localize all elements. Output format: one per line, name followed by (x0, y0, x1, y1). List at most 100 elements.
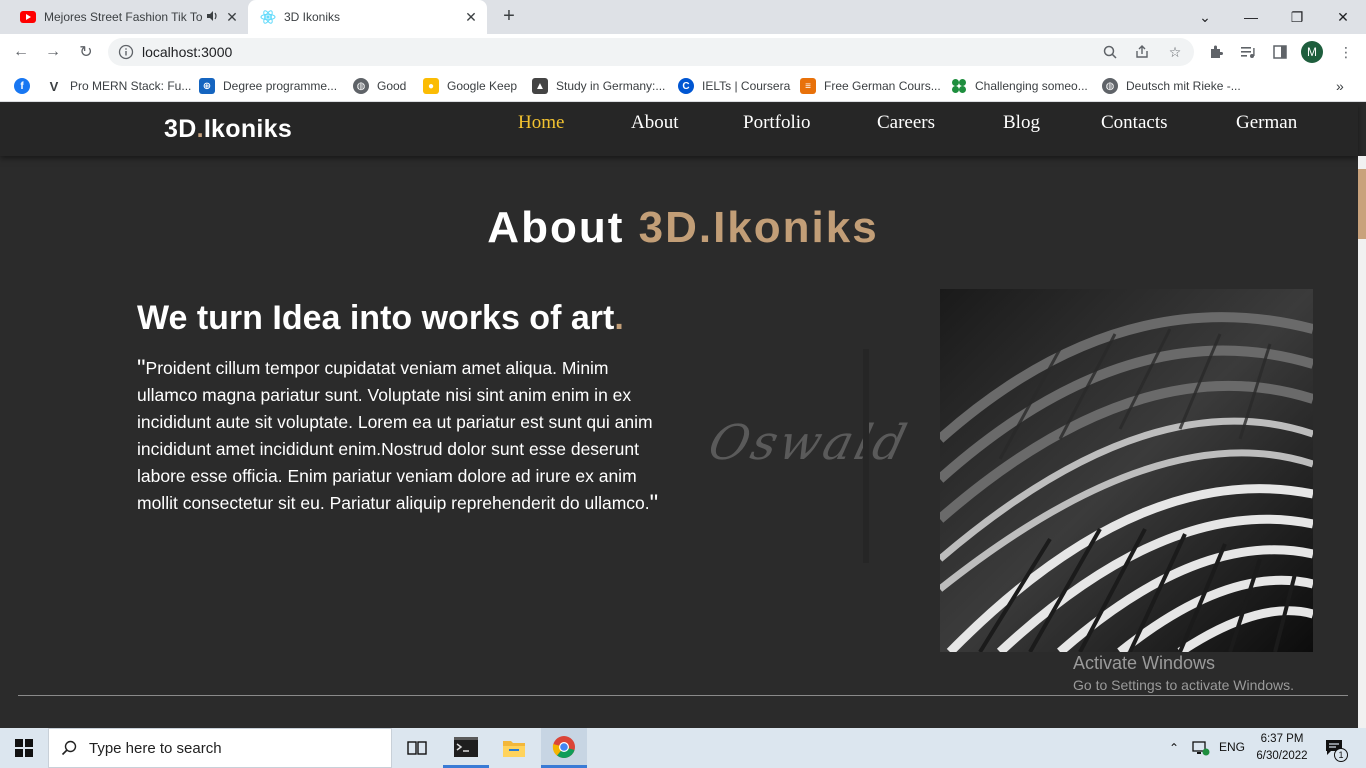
scrollbar-thumb[interactable] (1358, 169, 1366, 239)
search-icon (61, 740, 77, 761)
bookmark-label: Deutsch mit Rieke -... (1126, 79, 1241, 93)
bookmark-star-icon[interactable]: ☆ (1165, 42, 1185, 62)
media-control-icon[interactable] (1238, 42, 1258, 62)
bookmark-ielts[interactable]: C IELTs | Coursera (678, 77, 790, 95)
zoom-icon[interactable] (1100, 42, 1120, 62)
page-scrollbar[interactable] (1358, 156, 1366, 728)
bookmark-facebook[interactable]: f (14, 77, 38, 95)
tab-search-icon[interactable]: ⌄ (1182, 0, 1228, 34)
shield-icon: ⊕ (199, 78, 215, 94)
nav-about[interactable]: About (631, 112, 679, 134)
headline-dot: . (614, 299, 624, 337)
speaker-icon[interactable] (206, 10, 218, 25)
taskbar-search-input[interactable]: Type here to search (48, 728, 392, 768)
tab-title: Mejores Street Fashion Tik To (44, 10, 203, 24)
browser-toolbar: ← → ↻ localhost:3000 ☆ M ⋮ (0, 34, 1366, 70)
site-logo[interactable]: 3D.Ikoniks (164, 115, 292, 144)
reload-icon[interactable]: ↻ (74, 40, 98, 64)
nav-german[interactable]: German (1236, 112, 1297, 134)
extensions-icon[interactable] (1206, 42, 1226, 62)
bookmark-mern[interactable]: V Pro MERN Stack: Fu... (46, 77, 192, 95)
terminal-app-icon[interactable] (443, 728, 489, 768)
quote-open: " (137, 355, 146, 382)
chrome-app-icon[interactable] (541, 728, 587, 768)
tab-title: 3D Ikoniks (284, 10, 341, 24)
side-panel-icon[interactable] (1270, 42, 1290, 62)
task-view-icon[interactable] (394, 728, 440, 768)
logo-rest: Ikoniks (203, 115, 293, 143)
nav-contacts[interactable]: Contacts (1101, 112, 1168, 134)
nav-home[interactable]: Home (518, 112, 564, 134)
facebook-icon: f (14, 78, 30, 94)
web-page: 3D.Ikoniks Home About Portfolio Careers … (0, 103, 1366, 728)
minimize-icon[interactable]: — (1228, 0, 1274, 34)
windows-start-icon[interactable] (0, 728, 48, 768)
more-bookmarks-icon[interactable]: » (1336, 77, 1344, 95)
bookmark-free-german[interactable]: ≡ Free German Cours... (800, 77, 941, 95)
bookmark-degree[interactable]: ⊕ Degree programme... (199, 77, 337, 95)
address-bar[interactable]: localhost:3000 ☆ (108, 38, 1194, 66)
section-title: About 3D.Ikoniks (0, 203, 1366, 253)
system-clock[interactable]: 6:37 PM 6/30/2022 (1252, 731, 1312, 765)
clock-date: 6/30/2022 (1256, 750, 1308, 762)
globe-icon: ◍ (1102, 78, 1118, 94)
books-icon: ≡ (800, 78, 816, 94)
clover-icon (951, 78, 967, 94)
new-tab-button[interactable]: + (498, 6, 520, 28)
restore-icon[interactable]: ❐ (1274, 0, 1320, 34)
bookmark-good[interactable]: ◍ Good (353, 77, 406, 95)
section-divider (18, 695, 1348, 696)
keep-icon: ● (423, 78, 439, 94)
tab-3d-ikoniks[interactable]: 3D Ikoniks ✕ (248, 0, 487, 34)
bookmark-label: Study in Germany:... (556, 79, 666, 93)
nav-careers[interactable]: Careers (877, 112, 935, 134)
tab-youtube[interactable]: Mejores Street Fashion Tik To ✕ (8, 0, 248, 34)
react-icon (260, 9, 276, 25)
file-explorer-icon[interactable] (491, 728, 537, 768)
signature: Oswald (703, 415, 915, 471)
profile-avatar[interactable]: M (1301, 41, 1323, 63)
share-icon[interactable] (1132, 42, 1152, 62)
browser-tab-strip: Mejores Street Fashion Tik To ✕ 3D Ikoni… (0, 0, 1366, 34)
site-navbar: 3D.Ikoniks Home About Portfolio Careers … (0, 103, 1358, 156)
quote-close: " (649, 490, 659, 517)
back-icon[interactable]: ← (9, 40, 33, 64)
search-placeholder: Type here to search (89, 740, 222, 757)
bookmark-google-keep[interactable]: ● Google Keep (423, 77, 517, 95)
forward-icon[interactable]: → (41, 40, 65, 64)
close-window-icon[interactable]: ✕ (1320, 0, 1366, 34)
nav-blog[interactable]: Blog (1003, 112, 1040, 134)
show-hidden-icons-icon[interactable]: ⌃ (1169, 741, 1179, 755)
network-icon[interactable] (1192, 740, 1210, 761)
coursera-icon: C (678, 78, 694, 94)
logo-dot: . (196, 115, 204, 143)
bookmark-study-germany[interactable]: ▲ Study in Germany:... (532, 77, 665, 95)
title-accent: 3D.Ikoniks (638, 203, 879, 252)
bookmarks-bar: f V Pro MERN Stack: Fu... ⊕ Degree progr… (0, 70, 1366, 102)
site-info-icon[interactable] (118, 44, 134, 65)
bookmark-label: Pro MERN Stack: Fu... (70, 79, 192, 93)
bookmark-label: Degree programme... (223, 79, 338, 93)
windows-taskbar: Type here to search ⌃ ENG 6:37 PM 6/30/2… (0, 728, 1366, 768)
nav-portfolio[interactable]: Portfolio (743, 112, 811, 134)
globe-icon: ◍ (353, 78, 369, 94)
bookmark-label: Good (377, 79, 407, 93)
close-tab-icon[interactable]: ✕ (463, 9, 479, 25)
title-white: About (487, 203, 625, 252)
close-tab-icon[interactable]: ✕ (224, 9, 240, 25)
url-text[interactable]: localhost:3000 (142, 44, 232, 60)
headline: We turn Idea into works of art. (137, 299, 624, 338)
language-indicator[interactable]: ENG (1219, 740, 1245, 754)
bookmark-deutsch-rieke[interactable]: ◍ Deutsch mit Rieke -... (1102, 77, 1241, 95)
bookmark-label: Google Keep (447, 79, 518, 93)
clock-time: 6:37 PM (1260, 733, 1304, 745)
quote-text: Proident cillum tempor cupidatat veniam … (137, 358, 653, 513)
activate-windows-title: Activate Windows (1073, 653, 1216, 673)
bookmark-challenging[interactable]: Challenging someo... (951, 77, 1088, 95)
headline-text: We turn Idea into works of art (137, 299, 615, 337)
youtube-icon (20, 9, 36, 25)
logo-main: 3D (164, 115, 197, 143)
architecture-image (940, 289, 1313, 652)
bookmark-label: Challenging someo... (975, 79, 1088, 93)
menu-dots-icon[interactable]: ⋮ (1336, 42, 1356, 62)
